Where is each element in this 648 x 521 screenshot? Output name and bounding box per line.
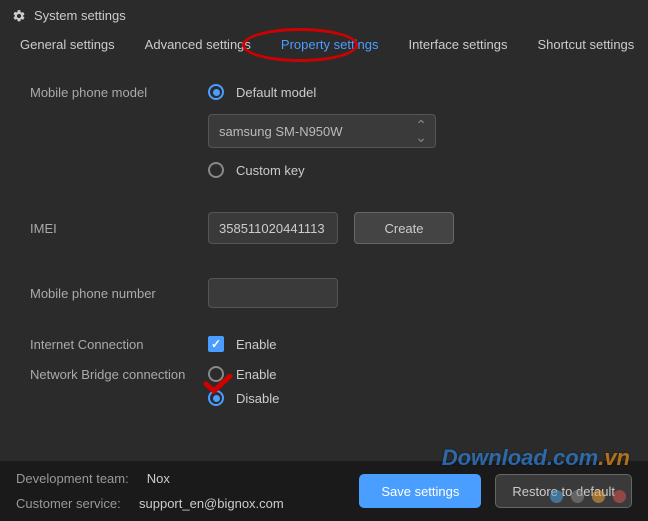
bridge-enable-text: Enable bbox=[236, 367, 276, 382]
phone-number-input[interactable] bbox=[208, 278, 338, 308]
imei-label: IMEI bbox=[30, 221, 208, 236]
imei-value: 358511020441113 bbox=[219, 221, 325, 236]
social-icon bbox=[592, 490, 605, 503]
tabs-bar: General settings Advanced settings Prope… bbox=[0, 29, 648, 60]
social-icon bbox=[550, 490, 563, 503]
model-select[interactable]: samsung SM-N950W ⌃ ⌄ bbox=[208, 114, 436, 148]
create-button[interactable]: Create bbox=[354, 212, 454, 244]
window-header: System settings bbox=[0, 0, 648, 29]
radio-custom-key[interactable] bbox=[208, 162, 224, 178]
dev-team-label: Development team: bbox=[16, 471, 129, 486]
tab-property[interactable]: Property settings bbox=[281, 37, 379, 52]
phone-number-label: Mobile phone number bbox=[30, 286, 208, 301]
mobile-model-label: Mobile phone model bbox=[30, 85, 208, 100]
tab-interface[interactable]: Interface settings bbox=[408, 37, 507, 52]
chevron-down-icon: ⌄ bbox=[415, 131, 427, 143]
save-button[interactable]: Save settings bbox=[359, 474, 481, 508]
internet-enable-checkbox[interactable] bbox=[208, 336, 224, 352]
social-icon bbox=[613, 490, 626, 503]
bridge-disable-text: Disable bbox=[236, 391, 279, 406]
model-select-value: samsung SM-N950W bbox=[219, 124, 343, 139]
custom-key-text: Custom key bbox=[236, 163, 305, 178]
support-value: support_en@bignox.com bbox=[139, 496, 284, 511]
social-icons-row bbox=[550, 490, 626, 503]
gear-icon bbox=[12, 9, 26, 23]
dev-team-value: Nox bbox=[147, 471, 170, 486]
window-title: System settings bbox=[34, 8, 126, 23]
settings-form: Mobile phone model Default model samsung… bbox=[0, 60, 648, 430]
radio-bridge-disable[interactable] bbox=[208, 390, 224, 406]
internet-enable-text: Enable bbox=[236, 337, 276, 352]
bridge-label: Network Bridge connection bbox=[30, 367, 208, 382]
radio-bridge-enable[interactable] bbox=[208, 366, 224, 382]
internet-label: Internet Connection bbox=[30, 337, 208, 352]
social-icon bbox=[571, 490, 584, 503]
tab-advanced[interactable]: Advanced settings bbox=[145, 37, 251, 52]
tab-general[interactable]: General settings bbox=[20, 37, 115, 52]
tab-shortcut[interactable]: Shortcut settings bbox=[537, 37, 634, 52]
default-model-text: Default model bbox=[236, 85, 316, 100]
radio-default-model[interactable] bbox=[208, 84, 224, 100]
imei-input[interactable]: 358511020441113 bbox=[208, 212, 338, 244]
support-label: Customer service: bbox=[16, 496, 121, 511]
